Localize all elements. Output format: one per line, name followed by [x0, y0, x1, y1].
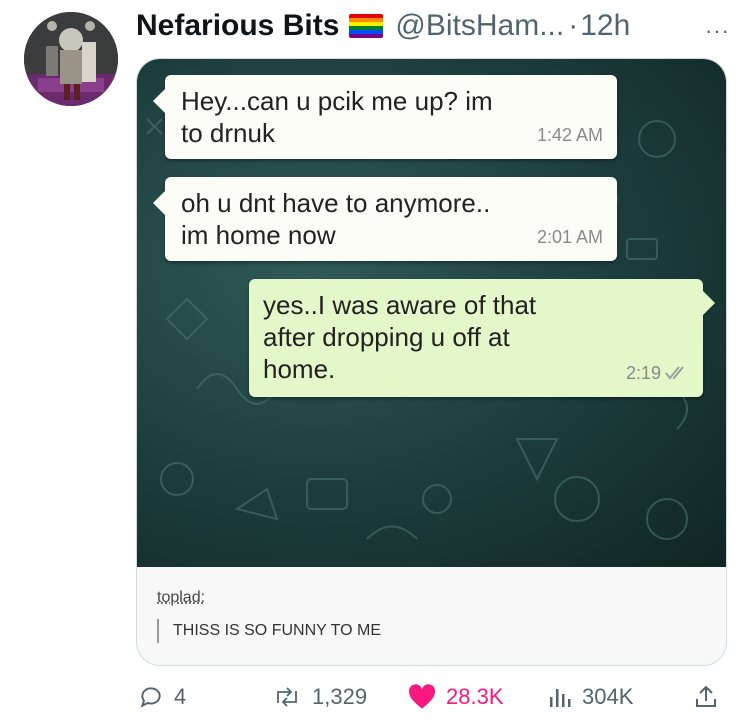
- tumblr-username: toplad:: [157, 589, 206, 606]
- views-button[interactable]: 304K: [548, 684, 633, 710]
- message-time: 2:19: [625, 363, 661, 383]
- chat-message-incoming: Hey...can u pcik me up? im to drnuk 1:42…: [153, 75, 617, 159]
- more-options-icon[interactable]: ···: [705, 18, 730, 44]
- tumblr-reply: toplad: THISS IS SO FUNNY TO ME: [137, 567, 726, 665]
- separator-dot: ·: [568, 9, 579, 42]
- post-time[interactable]: 12h: [580, 9, 630, 43]
- bubble-tail: [153, 191, 165, 215]
- message-time: 1:42 AM: [536, 125, 603, 145]
- message-time: 2:01 AM: [536, 227, 603, 247]
- tweet-header: Nefarious Bits @BitsHam... · 12h: [136, 4, 630, 48]
- repost-button[interactable]: 1,329: [272, 684, 367, 710]
- views-icon: [550, 689, 571, 707]
- media-card[interactable]: Hey...can u pcik me up? im to drnuk 1:42…: [136, 58, 727, 666]
- tweet-action-bar: 4 1,329 28.3K 304K: [0, 678, 750, 718]
- double-check-icon: [665, 366, 684, 380]
- share-button[interactable]: [694, 684, 728, 710]
- repost-count: 1,329: [312, 684, 368, 709]
- heart-icon: [409, 684, 435, 709]
- view-count: 304K: [582, 684, 634, 709]
- chat-message-incoming: oh u dnt have to anymore.. im home now 2…: [153, 177, 617, 261]
- chat-message-outgoing: yes..I was aware of that after dropping …: [249, 279, 715, 397]
- rainbow-flag-icon: [349, 14, 384, 38]
- reply-icon: [140, 687, 161, 708]
- reply-count: 4: [174, 684, 187, 709]
- avatar-image: [24, 12, 118, 106]
- like-count: 28.3K: [446, 684, 504, 709]
- share-icon: [696, 685, 716, 707]
- tumblr-reply-text: THISS IS SO FUNNY TO ME: [157, 619, 381, 643]
- reply-button[interactable]: 4: [138, 684, 186, 710]
- bubble-tail: [153, 89, 165, 113]
- author-display-name[interactable]: Nefarious Bits: [136, 9, 339, 43]
- author-handle[interactable]: @BitsHam...: [395, 9, 564, 43]
- bubble-tail: [703, 291, 715, 315]
- chat-screenshot-image: Hey...can u pcik me up? im to drnuk 1:42…: [137, 59, 726, 567]
- like-button[interactable]: 28.3K: [408, 684, 504, 710]
- message-time-wrap: 2:19: [626, 357, 687, 389]
- avatar[interactable]: [24, 12, 118, 106]
- repost-icon: [277, 687, 297, 707]
